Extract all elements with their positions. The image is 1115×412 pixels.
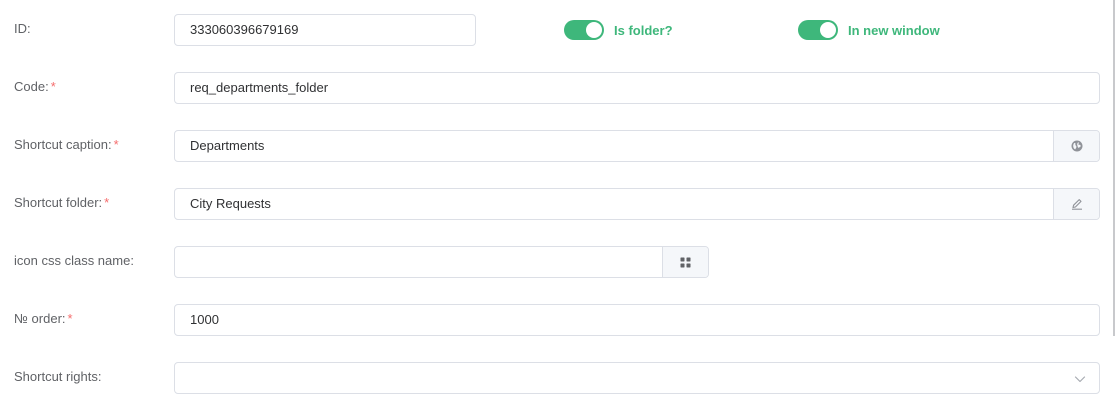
is-folder-label: Is folder? [614, 22, 673, 38]
id-input[interactable]: 333060396679169 [174, 14, 476, 46]
is-folder-switch[interactable]: Is folder? [564, 19, 673, 41]
chevron-down-icon [1074, 373, 1086, 385]
shortcut-caption-field: Departments [174, 130, 1100, 162]
shortcut-rights-label: Shortcut rights: [14, 369, 102, 384]
in-new-window-toggle[interactable] [798, 20, 838, 40]
shortcut-caption-input[interactable]: Departments [175, 131, 1053, 161]
shortcut-caption-label: Shortcut caption: * [14, 137, 119, 152]
globe-icon [1071, 140, 1083, 152]
edit-icon [1070, 197, 1084, 211]
code-input[interactable]: req_departments_folder [174, 72, 1100, 104]
is-folder-toggle[interactable] [564, 20, 604, 40]
required-mark: * [104, 195, 110, 210]
required-mark: * [67, 311, 73, 326]
required-mark: * [113, 137, 119, 152]
icon-css-input[interactable] [175, 247, 662, 277]
shortcut-rights-value [175, 363, 1069, 393]
shortcut-folder-input[interactable]: City Requests [175, 189, 1053, 219]
grid-icon [680, 257, 691, 268]
order-label: № order: * [14, 311, 73, 326]
in-new-window-label: In new window [848, 22, 940, 38]
id-label: ID: [14, 21, 31, 36]
edit-folder-button[interactable] [1053, 189, 1099, 219]
icon-css-field [174, 246, 709, 278]
code-label: Code: * [14, 79, 56, 94]
shortcut-rights-select[interactable] [174, 362, 1100, 394]
icon-css-label: icon css class name: [14, 253, 134, 268]
in-new-window-switch[interactable]: In new window [798, 19, 940, 41]
required-mark: * [50, 79, 56, 94]
order-input[interactable]: 1000 [174, 304, 1100, 336]
shortcut-form: ID: 333060396679169 Is folder? In new wi… [0, 0, 1115, 412]
icon-picker-button[interactable] [662, 247, 708, 277]
shortcut-folder-field: City Requests [174, 188, 1100, 220]
localize-caption-button[interactable] [1053, 131, 1099, 161]
shortcut-folder-label: Shortcut folder: * [14, 195, 110, 210]
